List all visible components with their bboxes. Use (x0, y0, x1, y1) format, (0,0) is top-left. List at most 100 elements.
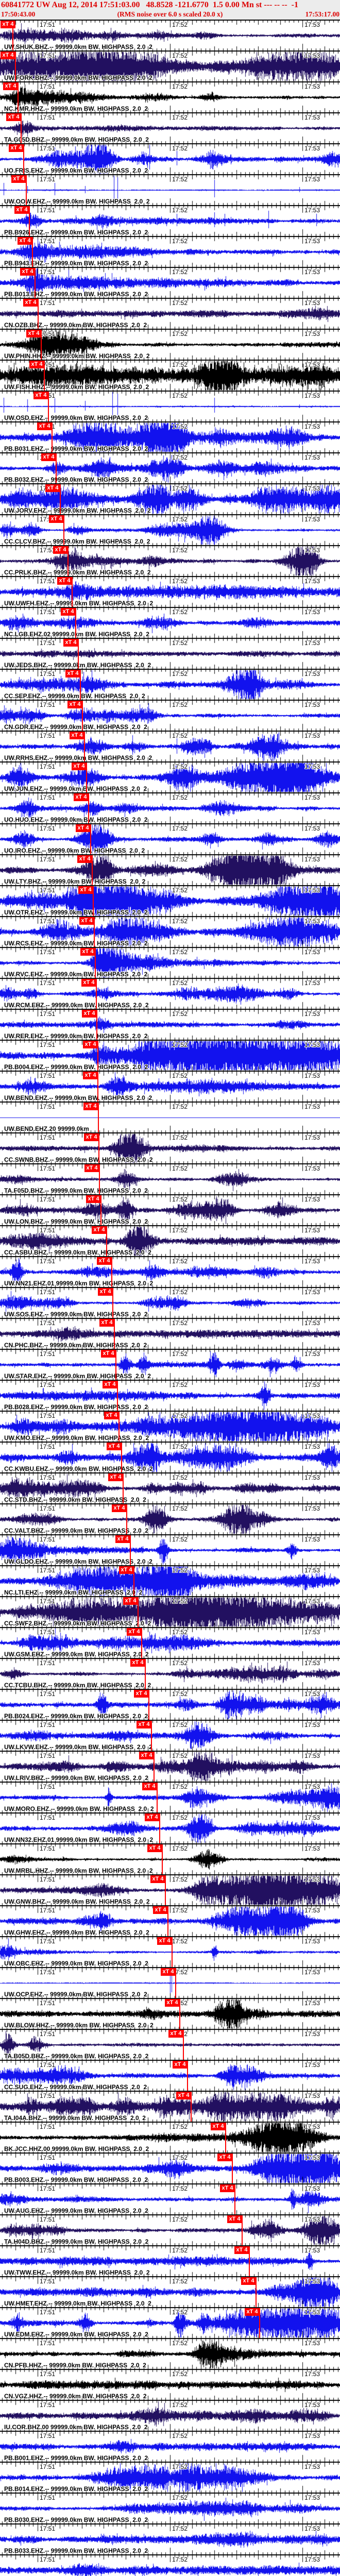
pick-flag[interactable]: xT 4 (97, 1257, 112, 1265)
trace-row[interactable]: 17:51 17:52 17:53 xT 4 CC.SEP.EHZ.-- 999… (0, 669, 340, 700)
trace-row[interactable]: 17:51 17:52 17:53 xT 4 UW.OOW.EHZ.-- 999… (0, 174, 340, 205)
pick-flag[interactable]: xT 4 (45, 484, 60, 492)
pick-flag[interactable]: xT 4 (41, 453, 56, 461)
trace-row[interactable]: 17:51 17:52 17:53 xT 4 UW.BEND.EHZ.-- 99… (0, 1071, 340, 1101)
trace-row[interactable]: 17:51 17:52 17:53 CN.PFB.HHZ.-- 99999.0k… (0, 2338, 340, 2369)
trace-row[interactable]: 17:51 17:52 17:53 xT 4 CC.ASBU.BHZ.-- 99… (0, 1225, 340, 1256)
trace-row[interactable]: 17:51 17:52 17:53 xT 4 UW.JORV.EHZ.-- 99… (0, 483, 340, 514)
trace-row[interactable]: 17:51 17:52 17:53 xT 4 CC.PRLK.BHZ.-- 99… (0, 545, 340, 576)
pick-flag[interactable]: xT 4 (99, 1319, 114, 1327)
trace-row[interactable]: 17:51 17:52 17:53 xT 4 UW.LRIV.BHZ.-- 99… (0, 1751, 340, 1782)
pick-flag[interactable]: xT 4 (37, 422, 52, 430)
trace-row[interactable]: 17:51 17:52 17:53 xT 4 UW.BLOW.HHZ.-- 99… (0, 1998, 340, 2029)
trace-row[interactable]: 17:51 17:52 17:53 xT 4 CC.STD.BHZ.-- 999… (0, 1472, 340, 1503)
pick-flag[interactable]: xT 4 (173, 2061, 188, 2069)
trace-row[interactable]: 17:51 17:52 17:53 xT 4 UO.HUO.EHZ.-- 999… (0, 792, 340, 823)
trace-row[interactable]: 17:51 17:52 17:53 xT 4 UW.KMO.EHZ.-- 999… (0, 1411, 340, 1442)
trace-row[interactable]: 17:51 17:52 17:53 xT 4 UW.SHUK.BHZ.-- 99… (0, 20, 340, 50)
pick-flag[interactable]: xT 4 (79, 917, 94, 925)
pick-flag[interactable]: xT 4 (142, 1783, 157, 1790)
pick-flag[interactable]: xT 4 (70, 732, 84, 739)
trace-row[interactable]: 17:51 17:52 17:53 xT 4 UW.PHIN.HHZ.-- 99… (0, 329, 340, 360)
trace-row[interactable]: 17:51 17:52 17:53 xT 4 PB.B003.EHZ.-- 99… (0, 2153, 340, 2183)
trace-row[interactable]: 17:51 17:52 17:53 PB.B928.EHZ.-- 99999.0… (0, 2554, 340, 2576)
pick-flag[interactable]: xT 4 (139, 1752, 154, 1759)
pick-flag[interactable]: xT 4 (115, 1535, 130, 1543)
trace-row[interactable]: 17:51 17:52 17:53 xT 4 UW.BEND.EHZ.20 99… (0, 1101, 340, 1132)
pick-flag[interactable]: xT 4 (65, 670, 80, 677)
pick-flag[interactable]: xT 4 (107, 1443, 122, 1450)
pick-flag[interactable]: xT 4 (26, 330, 41, 337)
trace-row[interactable]: 17:51 17:52 17:53 xT 4 UW.RCM.EHZ.-- 999… (0, 978, 340, 1009)
pick-flag[interactable]: xT 4 (157, 1937, 172, 1945)
pick-flag[interactable]: xT 4 (83, 1103, 98, 1110)
pick-flag[interactable]: xT 4 (92, 1226, 107, 1234)
pick-flag[interactable]: xT 4 (49, 515, 64, 523)
pick-flag[interactable]: xT 4 (220, 2184, 235, 2192)
trace-row[interactable]: 17:51 17:52 17:53 xT 4 UW.MORO.EHZ.-- 99… (0, 1782, 340, 1812)
trace-row[interactable]: 17:51 17:52 17:53 xT 4 TA.I04A.BHZ.-- 99… (0, 2091, 340, 2122)
pick-flag[interactable]: xT 4 (217, 2154, 232, 2161)
pick-flag[interactable]: xT 4 (112, 1504, 127, 1512)
trace-row[interactable]: 17:51 17:52 17:53 xT 4 UW.RRHS.EHZ.-- 99… (0, 731, 340, 761)
trace-row[interactable]: 17:51 17:52 17:53 xT 4 UW.LKVW.EHZ.-- 99… (0, 1720, 340, 1751)
pick-flag[interactable]: xT 4 (81, 979, 96, 987)
trace-row[interactable]: 17:51 17:52 17:53 IU.COR.BHZ.00 99999.0k… (0, 2400, 340, 2431)
pick-flag[interactable]: xT 4 (98, 1288, 113, 1296)
pick-flag[interactable]: xT 4 (53, 546, 68, 554)
trace-row[interactable]: 17:51 17:52 17:53 xT 4 UW.FISH.HHZ.-- 99… (0, 360, 340, 391)
pick-flag[interactable]: xT 4 (101, 1350, 116, 1358)
pick-flag[interactable]: xT 4 (86, 1195, 101, 1203)
pick-flag[interactable]: xT 4 (84, 1133, 99, 1141)
trace-row[interactable]: 17:51 17:52 17:53 xT 4 UW.GNW.BHZ.-- 999… (0, 1874, 340, 1905)
trace-row[interactable]: 17:51 17:52 17:53 xT 4 BK.JCC.HHZ.00 999… (0, 2122, 340, 2153)
pick-flag[interactable]: xT 4 (78, 886, 93, 894)
trace-row[interactable]: 17:51 17:52 17:53 xT 4 CN.PHC.BHZ.-- 999… (0, 1318, 340, 1349)
trace-row[interactable]: 17:51 17:52 17:53 xT 4 CC.TCBU.BHZ.-- 99… (0, 1658, 340, 1689)
pick-flag[interactable]: xT 4 (23, 299, 38, 307)
trace-row[interactable]: 17:51 17:52 17:53 CN.VGZ.HHZ.-- 99999.0k… (0, 2369, 340, 2400)
pick-flag[interactable]: xT 4 (103, 1381, 117, 1388)
trace-row[interactable]: 17:51 17:52 17:53 xT 4 UW.NN32.EHZ.01 99… (0, 1812, 340, 1843)
trace-row[interactable]: 17:51 17:52 17:53 xT 4 UW.HMET.EHZ.-- 99… (0, 2276, 340, 2307)
trace-row[interactable]: 17:51 17:52 17:53 xT 4 UO.FRIS.EHZ.-- 99… (0, 143, 340, 174)
pick-flag[interactable]: xT 4 (83, 1041, 98, 1048)
trace-row[interactable]: 17:51 17:52 17:53 xT 4 NC.LGB.EHZ.02 999… (0, 607, 340, 638)
trace-row[interactable]: 17:51 17:52 17:53 xT 4 PB.B024.EHZ.-- 99… (0, 1689, 340, 1720)
trace-row[interactable]: 17:51 17:52 17:53 xT 4 CC.VALT.BHZ.-- 99… (0, 1503, 340, 1534)
pick-flag[interactable]: xT 4 (227, 2215, 242, 2223)
pick-flag[interactable]: xT 4 (82, 1010, 97, 1018)
trace-row[interactable]: 17:51 17:52 17:53 xT 4 PB.B031.EHZ.-- 99… (0, 421, 340, 452)
trace-row[interactable]: 17:51 17:52 17:53 xT 4 CC.SUG.EHZ.-- 999… (0, 2060, 340, 2091)
trace-row[interactable]: 17:51 17:52 17:53 xT 4 UW.JUN.EHZ.-- 999… (0, 761, 340, 792)
trace-row[interactable]: 17:51 17:52 17:53 xT 4 UW.MRBL.HHZ.-- 99… (0, 1843, 340, 1874)
pick-flag[interactable]: xT 4 (211, 2123, 226, 2130)
trace-row[interactable]: 17:51 17:52 17:53 xT 4 UW.OBC.EHZ.-- 999… (0, 1936, 340, 1967)
trace-row[interactable]: 17:51 17:52 17:53 xT 4 CN.GDR.EHZ.-- 999… (0, 700, 340, 731)
pick-flag[interactable]: xT 4 (61, 608, 76, 616)
trace-row[interactable]: 17:51 17:52 17:53 xT 4 UW.STAR.EHZ.-- 99… (0, 1349, 340, 1380)
pick-flag[interactable]: xT 4 (153, 1906, 168, 1914)
pick-flag[interactable]: xT 4 (137, 1721, 151, 1728)
pick-flag[interactable]: xT 4 (76, 824, 91, 832)
trace-row[interactable]: 17:51 17:52 17:53 xT 4 UW.RER.EHZ.-- 999… (0, 1009, 340, 1040)
trace-row[interactable]: 17:51 17:52 17:53 PB.B001.EHZ.-- 99999.0… (0, 2431, 340, 2462)
trace-row[interactable]: 17:51 17:52 17:53 PB.B014.EHZ.-- 99999.0… (0, 2462, 340, 2493)
pick-flag[interactable]: xT 4 (84, 1164, 99, 1172)
pick-flag[interactable]: xT 4 (80, 948, 95, 956)
trace-row[interactable]: 17:51 17:52 17:53 xT 4 UW.GSM.EHZ.-- 999… (0, 1627, 340, 1658)
pick-flag[interactable]: xT 4 (18, 237, 32, 245)
trace-row[interactable]: 17:51 17:52 17:53 xT 4 UW.EDM.EHZ.-- 999… (0, 2307, 340, 2338)
trace-row[interactable]: 17:51 17:52 17:53 xT 4 UW.RVC.EHZ.-- 999… (0, 947, 340, 978)
trace-row[interactable]: 17:51 17:52 17:53 xT 4 NC.LTI.EHZ.-- 999… (0, 1565, 340, 1596)
pick-flag[interactable]: xT 4 (123, 1597, 138, 1605)
pick-flag[interactable]: xT 4 (83, 1072, 98, 1079)
trace-row[interactable]: 17:51 17:52 17:53 xT 4 NC.KMR.HHZ.-- 999… (0, 81, 340, 112)
pick-flag[interactable]: xT 4 (1, 52, 15, 59)
trace-row[interactable]: 17:51 17:52 17:53 xT 4 CC.SWF2.BHZ.-- 99… (0, 1596, 340, 1627)
trace-row[interactable]: 17:51 17:52 17:53 xT 4 UW.JEDS.BHZ.-- 99… (0, 638, 340, 669)
pick-flag[interactable]: xT 4 (20, 268, 35, 276)
trace-row[interactable]: 17:51 17:52 17:53 xT 4 TA.B05D.BHZ.-- 99… (0, 2029, 340, 2060)
trace-row[interactable]: 17:51 17:52 17:53 PB.B033.EHZ.-- 99999.0… (0, 2523, 340, 2554)
pick-flag[interactable]: xT 4 (67, 701, 82, 708)
